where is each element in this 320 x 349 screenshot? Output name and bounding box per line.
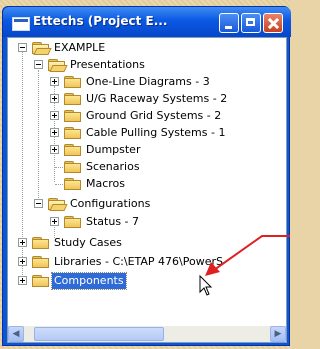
mouse-pointer-icon <box>199 275 213 296</box>
annotation-arrow <box>205 235 290 276</box>
